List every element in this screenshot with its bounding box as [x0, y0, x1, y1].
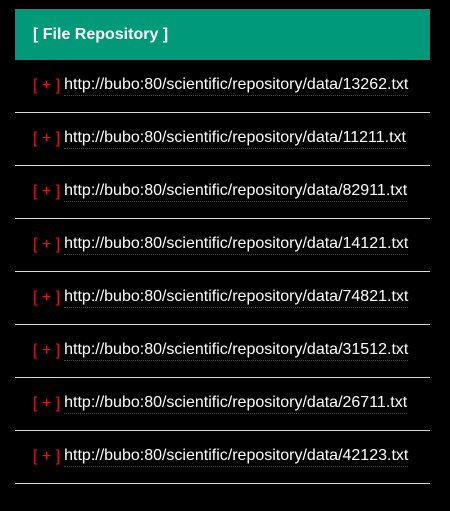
- file-link[interactable]: http://bubo:80/scientific/repository/dat…: [64, 394, 408, 414]
- file-list-item: [ + ] http://bubo:80/scientific/reposito…: [15, 166, 430, 219]
- file-link[interactable]: http://bubo:80/scientific/repository/dat…: [64, 447, 409, 467]
- file-link[interactable]: http://bubo:80/scientific/repository/dat…: [64, 235, 409, 255]
- expand-toggle[interactable]: [ + ]: [33, 77, 60, 95]
- expand-toggle[interactable]: [ + ]: [33, 289, 60, 307]
- expand-toggle[interactable]: [ + ]: [33, 395, 60, 413]
- file-list-item: [ + ] http://bubo:80/scientific/reposito…: [15, 219, 430, 272]
- file-link[interactable]: http://bubo:80/scientific/repository/dat…: [64, 129, 406, 149]
- expand-toggle[interactable]: [ + ]: [33, 448, 60, 466]
- file-list-item: [ + ] http://bubo:80/scientific/reposito…: [15, 60, 430, 113]
- file-list-item: [ + ] http://bubo:80/scientific/reposito…: [15, 113, 430, 166]
- file-link[interactable]: http://bubo:80/scientific/repository/dat…: [64, 288, 409, 308]
- file-list-item: [ + ] http://bubo:80/scientific/reposito…: [15, 431, 430, 484]
- file-link[interactable]: http://bubo:80/scientific/repository/dat…: [64, 76, 409, 96]
- expand-toggle[interactable]: [ + ]: [33, 183, 60, 201]
- file-list: [ + ] http://bubo:80/scientific/reposito…: [15, 60, 430, 484]
- expand-toggle[interactable]: [ + ]: [33, 342, 60, 360]
- expand-toggle[interactable]: [ + ]: [33, 130, 60, 148]
- file-repository-panel: [ File Repository ] [ + ] http://bubo:80…: [15, 9, 430, 484]
- file-list-item: [ + ] http://bubo:80/scientific/reposito…: [15, 272, 430, 325]
- panel-title: [ File Repository ]: [15, 9, 430, 60]
- file-list-item: [ + ] http://bubo:80/scientific/reposito…: [15, 378, 430, 431]
- expand-toggle[interactable]: [ + ]: [33, 236, 60, 254]
- file-link[interactable]: http://bubo:80/scientific/repository/dat…: [64, 341, 409, 361]
- file-link[interactable]: http://bubo:80/scientific/repository/dat…: [64, 182, 408, 202]
- file-list-item: [ + ] http://bubo:80/scientific/reposito…: [15, 325, 430, 378]
